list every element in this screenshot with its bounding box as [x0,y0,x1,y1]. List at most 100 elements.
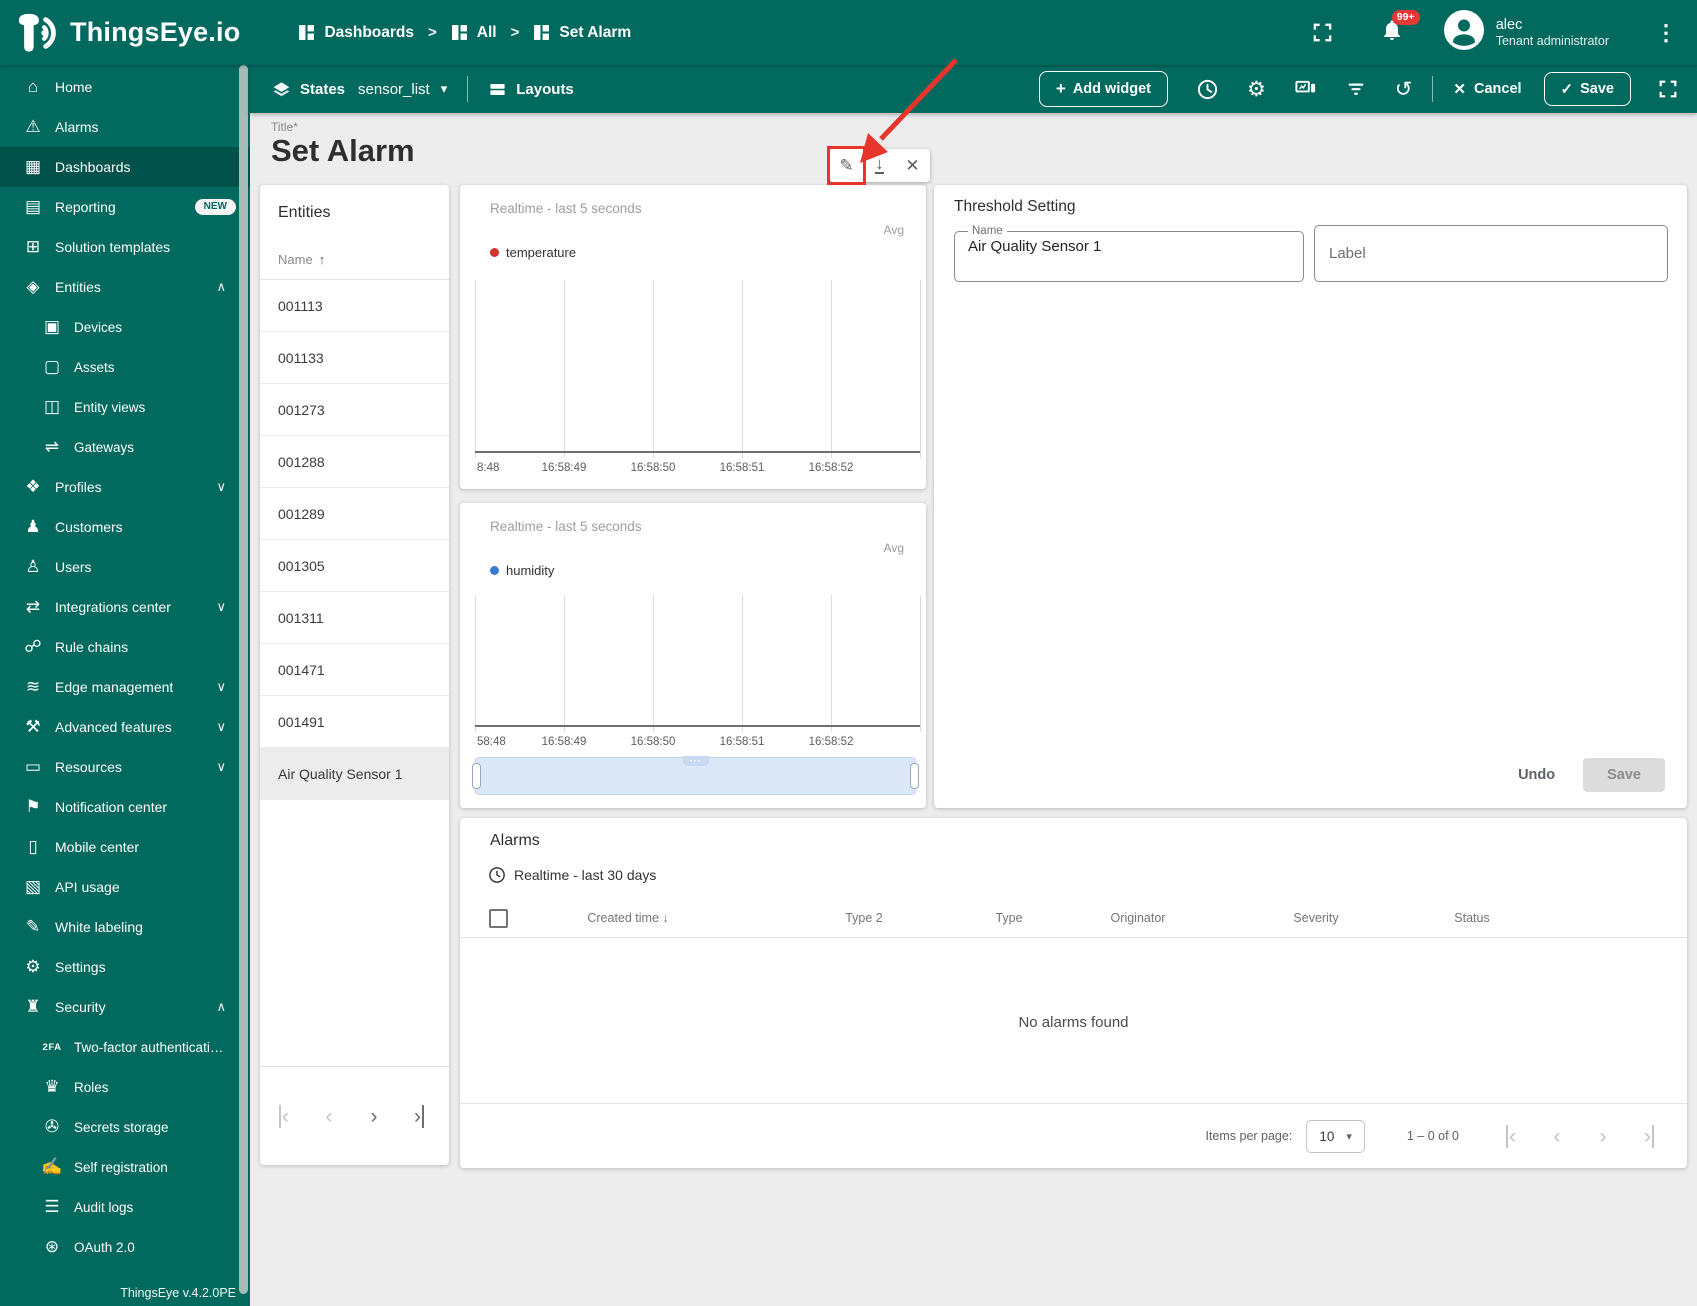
undo-button[interactable]: Undo [1518,767,1555,783]
dashboard-content: Title* Set Alarm ✎ ↓ ✕ Entities Name ↑ 0… [250,113,1697,1306]
page-title[interactable]: Set Alarm [271,133,415,169]
sidebar-item-settings[interactable]: ⚙ Settings [0,947,250,987]
sidebar-item-integrations-center[interactable]: ⇄ Integrations center ∨ [0,587,250,627]
sidebar-item-solution-templates[interactable]: ⊞ Solution templates [0,227,250,267]
save-dashboard-button[interactable]: ✓ Save [1543,72,1631,106]
sidebar-item-customers[interactable]: ♟ Customers [0,507,250,547]
next-page-button[interactable]: › [362,1106,386,1127]
range-handle-left[interactable] [472,763,481,789]
add-widget-button[interactable]: + Add widget [1038,71,1168,107]
chart-plot-area: 8:48 16:58:49 16:58:50 16:58:51 16:58:52 [475,280,921,474]
last-page-button[interactable]: › [1637,1124,1661,1148]
column-originator[interactable]: Originator [1111,911,1166,925]
column-status[interactable]: Status [1454,911,1489,925]
filter-button[interactable] [1345,78,1367,100]
sidebar-item-reporting[interactable]: ▤ Reporting NEW [0,187,250,227]
export-widget-button[interactable]: ↓ [863,149,896,182]
column-created-time[interactable]: Created time ↓ [587,911,668,925]
sidebar-item-security[interactable]: ♜ Security ∧ [0,987,250,1027]
breadcrumb-dashboards[interactable]: Dashboards [298,24,414,42]
avatar[interactable] [1443,10,1484,55]
save-threshold-button[interactable]: Save [1583,758,1665,792]
sidebar-item-white-labeling[interactable]: ✎ White labeling [0,907,250,947]
timewindow-button[interactable] [1196,78,1219,101]
sidebar-item-rule-chains[interactable]: ☍ Rule chains [0,627,250,667]
sidebar-item-advanced-features[interactable]: ⚒ Advanced features ∨ [0,707,250,747]
entity-row-selected[interactable]: Air Quality Sensor 1 [260,748,449,800]
entity-aliases-button[interactable] [1294,78,1317,101]
entity-row[interactable]: 001305 [260,540,449,592]
entities-column-header[interactable]: Name ↑ [260,240,449,280]
layouts-icon [490,83,505,95]
sidebar-item-mobile-center[interactable]: ▯ Mobile center [0,827,250,867]
layouts-button[interactable]: Layouts [488,80,574,99]
sidebar-item-audit-logs[interactable]: ☰ Audit logs [0,1187,250,1227]
sidebar-item-alarms[interactable]: ⚠ Alarms [0,107,250,147]
sidebar-item-api-usage[interactable]: ▧ API usage [0,867,250,907]
version-history-button[interactable]: ↺ [1395,79,1413,100]
sidebar-item-assets[interactable]: ▢ Assets [0,347,250,387]
page-nav-buttons: ‹ ‹ › › [1499,1124,1661,1148]
sidebar-item-oauth[interactable]: ⊛ OAuth 2.0 [0,1227,250,1267]
next-page-button[interactable]: › [1591,1126,1615,1147]
select-all-checkbox[interactable] [489,909,508,928]
sidebar-item-secrets-storage[interactable]: ✇ Secrets storage [0,1107,250,1147]
time-range-scrollbar[interactable]: ⋯ [472,756,919,795]
first-page-button[interactable]: ‹ [272,1104,296,1128]
page-range-label: 1 – 0 of 0 [1406,1129,1459,1143]
notifications-button[interactable]: 99+ [1380,10,1420,47]
remove-widget-button[interactable]: ✕ [896,149,929,182]
label-input[interactable] [1329,245,1653,262]
sidebar-item-notification-center[interactable]: ⚑ Notification center [0,787,250,827]
expand-dashboard-button[interactable] [1657,78,1679,100]
entity-row[interactable]: 001471 [260,644,449,696]
gateways-icon: ⇌ [44,437,60,456]
range-handle-right[interactable] [910,763,919,789]
entity-row[interactable]: 001289 [260,488,449,540]
entity-row[interactable]: 001133 [260,332,449,384]
sidebar-item-edge-management[interactable]: ≋ Edge management ∨ [0,667,250,707]
cancel-button[interactable]: ✕ Cancel [1453,80,1521,98]
entity-row[interactable]: 001113 [260,280,449,332]
chart-legend[interactable]: temperature [490,245,576,260]
previous-page-button[interactable]: ‹ [1545,1126,1569,1147]
dashboard-settings-button[interactable]: ⚙ [1247,79,1266,100]
alarm-icon: ⚠ [25,117,41,136]
states-control[interactable]: States sensor_list ▾ [272,80,447,99]
column-type-2[interactable]: Type 2 [845,911,883,925]
sidebar-item-gateways[interactable]: ⇌ Gateways [0,427,250,467]
fullscreen-button[interactable] [1311,21,1334,44]
breadcrumb-all[interactable]: All [451,24,497,42]
breadcrumb-set-alarm[interactable]: Set Alarm [533,24,631,42]
scrollbar-grip[interactable]: ⋯ [682,756,709,767]
name-input[interactable] [968,238,1290,255]
sidebar-item-devices[interactable]: ▣ Devices [0,307,250,347]
sidebar-item-entities[interactable]: ◈ Entities ∧ [0,267,250,307]
last-page-button[interactable]: › [407,1104,431,1128]
entity-row[interactable]: 001273 [260,384,449,436]
column-severity[interactable]: Severity [1293,911,1338,925]
first-page-button[interactable]: ‹ [1499,1124,1523,1148]
sidebar-item-entity-views[interactable]: ◫ Entity views [0,387,250,427]
previous-page-button[interactable]: ‹ [317,1106,341,1127]
sidebar-item-dashboards[interactable]: ▦ Dashboards [0,147,250,187]
app-logo[interactable]: ThingsEye.io [14,12,240,54]
download-icon: ↓ [875,154,884,174]
sidebar-item-two-factor[interactable]: 2FA Two-factor authenticati… [0,1027,250,1067]
sidebar-item-self-registration[interactable]: ✍ Self registration [0,1147,250,1187]
entity-row[interactable]: 001491 [260,696,449,748]
sidebar-item-profiles[interactable]: ❖ Profiles ∨ [0,467,250,507]
sidebar-item-resources[interactable]: ▭ Resources ∨ [0,747,250,787]
more-menu-button[interactable]: ⋮ [1655,20,1677,46]
sidebar-item-home[interactable]: ⌂ Home [0,67,250,107]
user-info[interactable]: alec Tenant administrator [1496,16,1609,50]
sidebar-item-users[interactable]: ♙ Users [0,547,250,587]
items-per-page-select[interactable]: 10 ▾ [1306,1119,1365,1153]
column-type[interactable]: Type [995,911,1022,925]
entity-row[interactable]: 001311 [260,592,449,644]
entity-row[interactable]: 001288 [260,436,449,488]
chart-legend[interactable]: humidity [490,563,554,578]
sidebar-scrollbar[interactable] [239,65,248,1294]
alarms-timewindow[interactable]: Realtime - last 30 days [488,866,656,884]
sidebar-item-roles[interactable]: ♛ Roles [0,1067,250,1107]
